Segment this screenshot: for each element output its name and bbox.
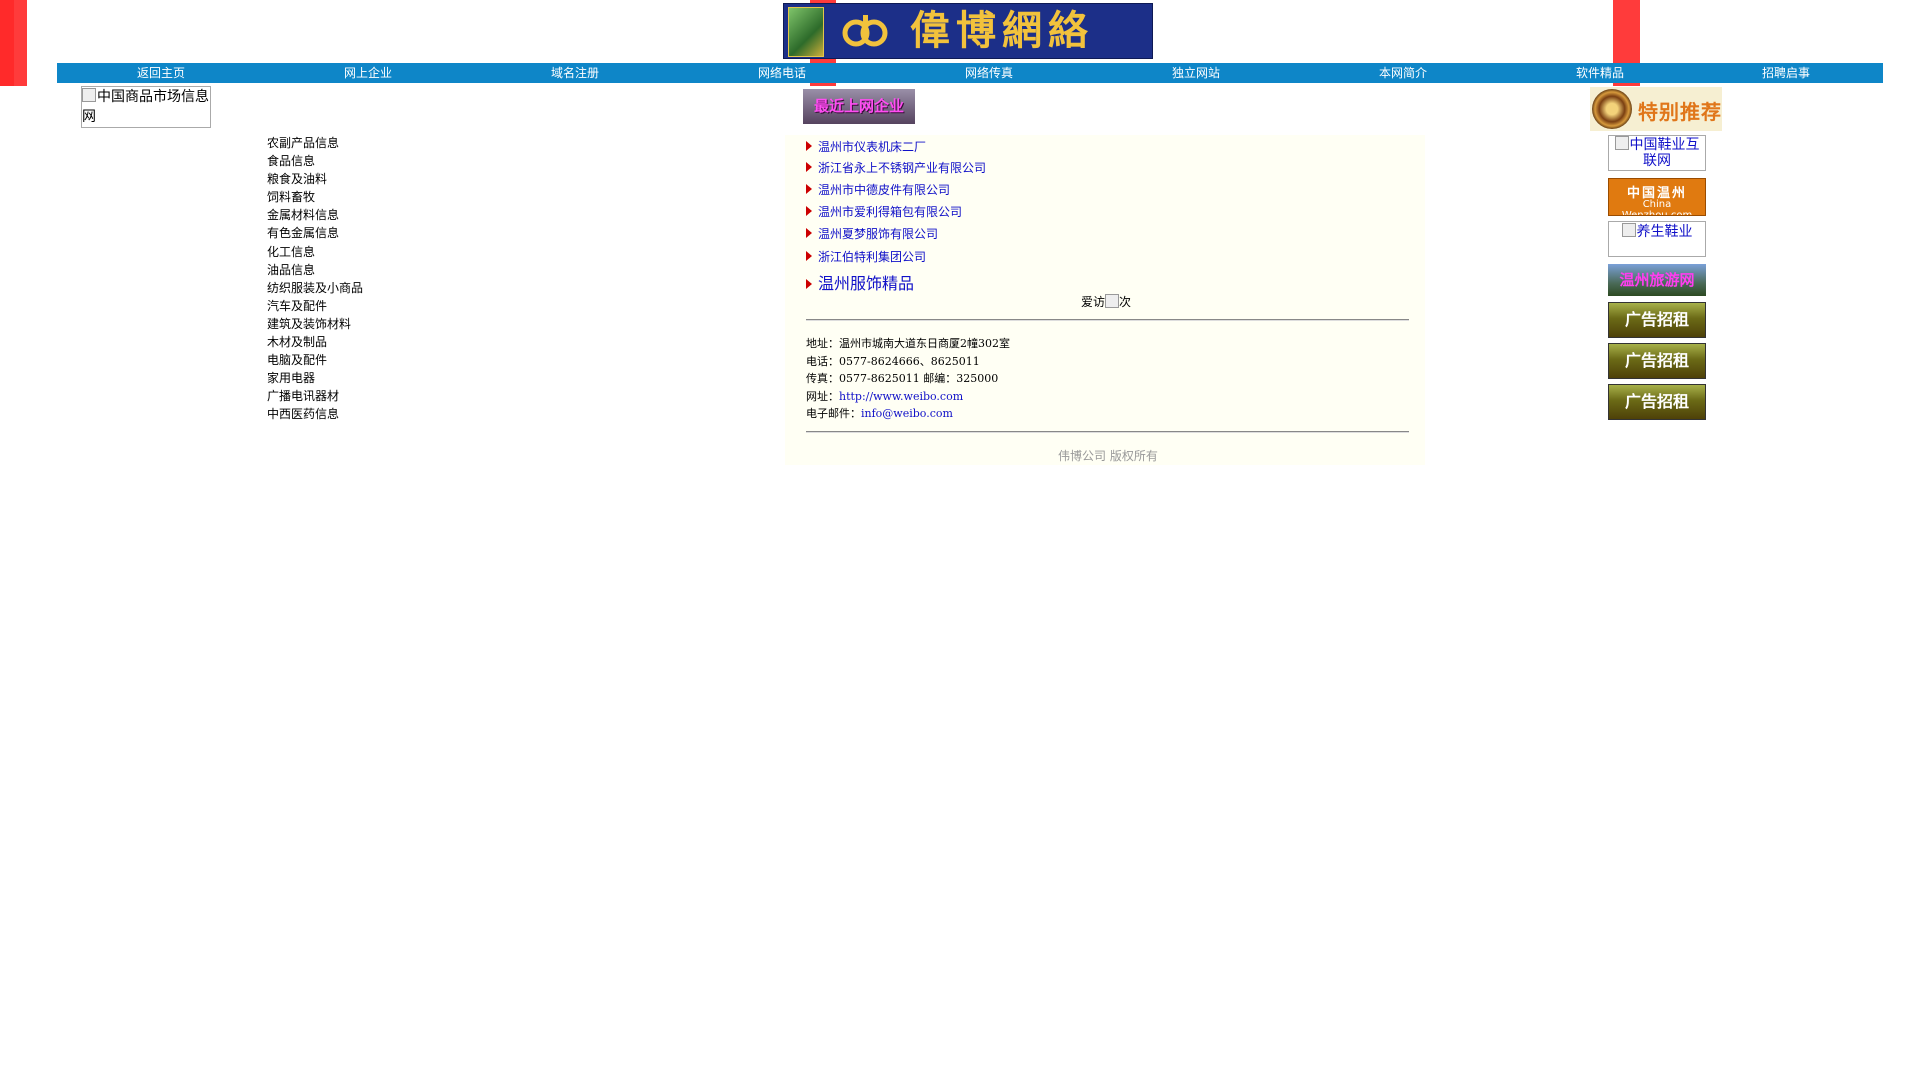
divider-bottom bbox=[806, 431, 1409, 433]
nav-item-8[interactable]: 招聘启事 bbox=[1762, 63, 1810, 83]
category-item[interactable]: 粮食及油料 bbox=[267, 170, 363, 188]
red-triangle-icon bbox=[806, 206, 812, 216]
company-link[interactable]: 温州市爱利得箱包有限公司 bbox=[806, 203, 962, 220]
special-recommend-banner: 特别推荐 bbox=[1590, 87, 1722, 131]
category-item[interactable]: 油品信息 bbox=[267, 261, 363, 279]
copyright-text: 伟博公司 版权所有 bbox=[1058, 449, 1158, 463]
category-item[interactable]: 木材及制品 bbox=[267, 333, 363, 351]
company-link[interactable]: 浙江伯特利集团公司 bbox=[806, 248, 926, 265]
market-info-logo[interactable]: 中国商品市场信息网 bbox=[81, 86, 211, 128]
red-triangle-icon bbox=[806, 141, 812, 151]
company-link[interactable]: 温州市仪表机床二厂 bbox=[806, 138, 926, 155]
nav-item-2[interactable]: 域名注册 bbox=[551, 63, 599, 83]
red-triangle-icon bbox=[806, 251, 812, 261]
company-link[interactable]: 浙江省永上不锈钢产业有限公司 bbox=[806, 159, 986, 176]
main-nav: 返回主页 网上企业 域名注册 网络电话 网络传真 独立网站 本网简介 软件精品 招聘启事 bbox=[57, 63, 1883, 83]
site-logo-banner[interactable]: 偉博網絡 bbox=[783, 3, 1153, 59]
counter-image-icon bbox=[1105, 294, 1120, 308]
nav-item-0[interactable]: 返回主页 bbox=[137, 63, 185, 83]
category-item[interactable]: 广播电讯器材 bbox=[267, 387, 363, 405]
email-link[interactable]: info@weibo.com bbox=[861, 407, 953, 420]
contact-info: 地址：温州市城南大道东日商厦2幢302室 电话：0577-8624666、862… bbox=[806, 335, 1010, 423]
category-item[interactable]: 金属材料信息 bbox=[267, 206, 363, 224]
website-link[interactable]: http://www.weibo.com bbox=[839, 390, 963, 403]
broken-image-icon bbox=[1614, 136, 1629, 150]
company-link[interactable]: 温州服饰精品 bbox=[806, 270, 914, 294]
nav-item-6[interactable]: 本网简介 bbox=[1379, 63, 1427, 83]
newest-companies-banner: 最近上网企业 bbox=[803, 89, 915, 124]
category-item[interactable]: 饲料畜牧 bbox=[267, 188, 363, 206]
nav-item-4[interactable]: 网络传真 bbox=[965, 63, 1013, 83]
contact-address: 地址：温州市城南大道东日商厦2幢302室 bbox=[806, 337, 1010, 350]
company-link[interactable]: 温州夏梦服饰有限公司 bbox=[806, 225, 938, 242]
category-item[interactable]: 汽车及配件 bbox=[267, 297, 363, 315]
contact-web: 网址：http://www.weibo.com bbox=[806, 389, 964, 403]
company-link[interactable]: 温州市中德皮件有限公司 bbox=[806, 181, 950, 198]
category-list: 农副产品信息 食品信息 粮食及油料 饲料畜牧 金属材料信息 有色金属信息 化工信息 油品信息纺… bbox=[267, 134, 363, 424]
category-item[interactable]: 建筑及装饰材料 bbox=[267, 315, 363, 333]
china-wenzhou-link[interactable]: 中国温州 China Wenzhou.com bbox=[1608, 178, 1706, 216]
visit-counter: 爱访次 bbox=[1081, 294, 1132, 309]
ad-rent-button[interactable]: 广告招租 bbox=[1608, 343, 1706, 379]
category-item[interactable]: 农副产品信息 bbox=[267, 134, 363, 152]
red-triangle-icon bbox=[806, 184, 812, 194]
divider-top bbox=[806, 319, 1409, 321]
wenzhou-tour-link[interactable]: 温州旅游网 bbox=[1608, 264, 1706, 296]
red-triangle-icon bbox=[806, 228, 812, 238]
nav-item-7[interactable]: 软件精品 bbox=[1576, 63, 1624, 83]
roulette-wheel-icon bbox=[1592, 89, 1632, 129]
red-triangle-icon bbox=[806, 279, 812, 289]
category-item[interactable]: 中西医药信息 bbox=[267, 405, 363, 423]
contact-email: 电子邮件：info@weibo.com bbox=[806, 407, 953, 420]
category-item[interactable]: 纺织服装及小商品 bbox=[267, 279, 363, 297]
broken-image-icon bbox=[1621, 223, 1636, 237]
category-item[interactable]: 电脑及配件 bbox=[267, 351, 363, 369]
category-item[interactable]: 家用电器 bbox=[267, 369, 363, 387]
ad-rent-button[interactable]: 广告招租 bbox=[1608, 302, 1706, 338]
shoe-net-link[interactable]: 中国鞋业互联网 bbox=[1608, 135, 1706, 171]
category-item[interactable]: 有色金属信息 bbox=[267, 224, 363, 242]
nav-item-5[interactable]: 独立网站 bbox=[1172, 63, 1220, 83]
category-item[interactable]: 食品信息 bbox=[267, 152, 363, 170]
monitor-icon bbox=[788, 7, 824, 57]
ad-rent-button[interactable]: 广告招租 bbox=[1608, 384, 1706, 420]
contact-phone: 电话：0577-8624666、8625011 bbox=[806, 354, 980, 368]
weibo-mark-icon bbox=[842, 15, 888, 47]
nav-item-3[interactable]: 网络电话 bbox=[758, 63, 806, 83]
broken-image-icon bbox=[82, 88, 96, 102]
nav-item-1[interactable]: 网上企业 bbox=[344, 63, 392, 83]
red-triangle-icon bbox=[806, 162, 812, 172]
contact-fax-zip: 传真：0577-8625011 邮编：325000 bbox=[806, 372, 999, 385]
health-shoe-link[interactable]: 养生鞋业 bbox=[1608, 221, 1706, 257]
category-item[interactable]: 化工信息 bbox=[267, 243, 363, 261]
brand-title: 偉博網絡 bbox=[910, 7, 1094, 54]
red-bar-left-inner bbox=[0, 0, 14, 86]
